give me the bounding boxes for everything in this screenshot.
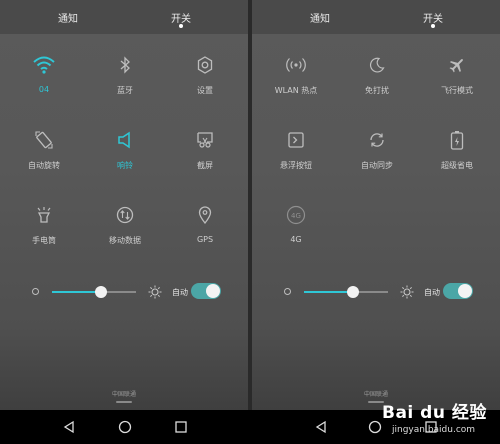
back-icon[interactable]	[60, 418, 78, 436]
tab-notifications[interactable]: 通知	[290, 10, 350, 25]
tile-label: 手电筒	[32, 236, 56, 245]
tile-flashlight[interactable]: 手电筒	[4, 203, 84, 263]
recents-icon[interactable]	[172, 418, 190, 436]
svg-text:4G: 4G	[291, 212, 301, 220]
brightness-low-icon	[32, 288, 39, 295]
watermark-logo-text: Bai du 经验	[382, 403, 487, 423]
location-icon	[193, 203, 217, 227]
tile-4g[interactable]: 4G 4G	[256, 203, 336, 263]
mobile-data-icon	[113, 203, 137, 227]
brightness-high-icon	[400, 284, 414, 299]
brightness-thumb[interactable]	[346, 286, 359, 298]
brightness-low-icon	[284, 288, 291, 295]
tile-do-not-disturb[interactable]: 免打扰	[337, 53, 417, 113]
tile-label: 设置	[197, 86, 213, 95]
brightness-fill	[52, 291, 101, 293]
tile-ring[interactable]: 响铃	[85, 128, 165, 188]
drag-handle[interactable]	[116, 401, 132, 403]
tile-label: 移动数据	[109, 236, 141, 245]
tile-label: 飞行模式	[441, 86, 473, 95]
tile-label: GPS	[196, 235, 214, 244]
tile-label: 响铃	[117, 161, 133, 170]
tile-label: 自动旋转	[28, 161, 60, 170]
airplane-icon	[445, 53, 469, 77]
brightness-fill	[304, 291, 353, 293]
battery-saver-icon	[445, 128, 469, 152]
auto-brightness-label: 自动	[172, 288, 188, 297]
tile-label: 蓝牙	[117, 86, 133, 95]
gear-icon	[193, 53, 217, 77]
tile-label: 4G	[290, 235, 302, 244]
tab-switches[interactable]: 开关	[151, 10, 211, 25]
brightness-thumb[interactable]	[94, 286, 107, 298]
tab-notifications[interactable]: 通知	[38, 10, 98, 25]
wifi-icon	[32, 53, 56, 77]
tile-label: 免打扰	[365, 86, 389, 95]
bluetooth-icon	[113, 53, 137, 77]
tile-wlan-hotspot[interactable]: WLAN 热点	[256, 53, 336, 113]
flashlight-icon	[32, 203, 56, 227]
tile-label: 截屏	[197, 161, 213, 170]
tile-floating-button[interactable]: 悬浮按钮	[256, 128, 336, 188]
quick-settings-panel-right: 通知 开关 WLAN 热点 免打扰 飞行模式 悬浮按钮 自动同步 超级省电 4G…	[252, 0, 500, 410]
shade-header: 通知 开关	[0, 0, 248, 34]
rotate-icon	[32, 128, 56, 152]
auto-brightness-toggle[interactable]	[191, 283, 221, 299]
tile-auto-rotate[interactable]: 自动旋转	[4, 128, 84, 188]
speaker-icon	[113, 128, 137, 152]
tile-mobile-data[interactable]: 移动数据	[85, 203, 165, 263]
tile-label: WLAN 热点	[274, 86, 318, 95]
tile-screenshot[interactable]: 截屏	[165, 128, 245, 188]
tile-label: 自动同步	[361, 161, 393, 170]
toggle-knob	[206, 284, 220, 298]
tile-auto-sync[interactable]: 自动同步	[337, 128, 417, 188]
4g-icon: 4G	[284, 203, 308, 227]
carrier-label: 中国联通	[111, 391, 136, 398]
tile-settings[interactable]: 设置	[165, 53, 245, 113]
floating-button-icon	[284, 128, 308, 152]
baidu-jingyan-watermark: Bai du 经验 jingyan.baidu.com	[382, 398, 500, 444]
sync-icon	[365, 128, 389, 152]
tile-label: 04	[38, 85, 50, 94]
moon-icon	[365, 53, 389, 77]
watermark-url: jingyan.baidu.com	[392, 425, 476, 435]
tile-bluetooth[interactable]: 蓝牙	[85, 53, 165, 113]
auto-brightness-label: 自动	[424, 288, 440, 297]
back-icon[interactable]	[312, 418, 330, 436]
brightness-high-icon	[148, 284, 162, 299]
auto-brightness-toggle[interactable]	[443, 283, 473, 299]
shade-header: 通知 开关	[252, 0, 500, 34]
brightness-row: 自动	[252, 278, 500, 308]
tile-label: 悬浮按钮	[280, 161, 312, 170]
tile-gps[interactable]: GPS	[165, 203, 245, 263]
toggle-knob	[458, 284, 472, 298]
carrier-label: 中国联通	[363, 391, 388, 398]
screenshot-icon	[193, 128, 217, 152]
tab-switches[interactable]: 开关	[403, 10, 463, 25]
quick-settings-panel-left: 通知 开关 04 蓝牙 设置 自动旋转 响铃 截屏 手电筒 移动数据 GPS 自…	[0, 0, 248, 410]
home-icon[interactable]	[116, 418, 134, 436]
tile-super-power-saving[interactable]: 超级省电	[417, 128, 497, 188]
hotspot-icon	[284, 53, 308, 77]
brightness-row: 自动	[0, 278, 248, 308]
tile-label: 超级省电	[441, 161, 473, 170]
active-tab-indicator	[431, 24, 435, 28]
tile-airplane-mode[interactable]: 飞行模式	[417, 53, 497, 113]
tile-wifi[interactable]: 04	[4, 53, 84, 113]
active-tab-indicator	[179, 24, 183, 28]
